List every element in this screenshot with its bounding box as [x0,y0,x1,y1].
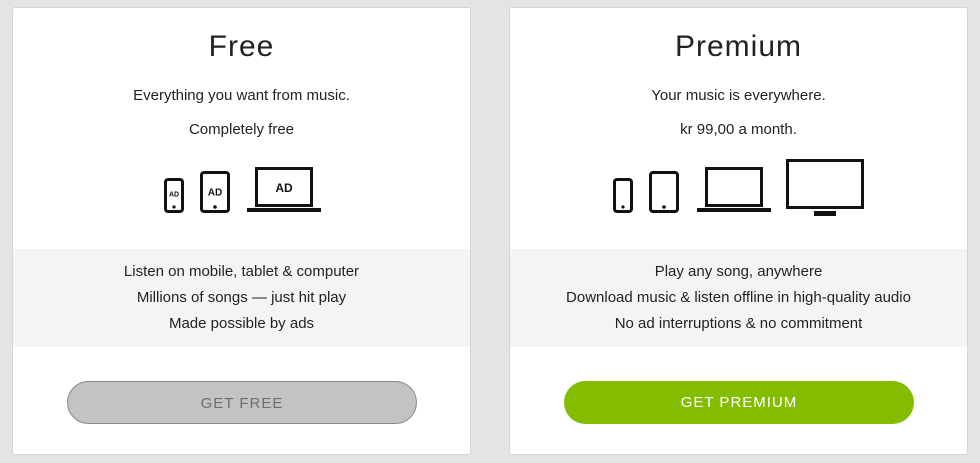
premium-features: Play any song, anywhere Download music &… [510,249,967,347]
free-plan-title: Free [208,30,275,63]
free-devices: AD AD AD [13,158,470,228]
feature-item: No ad interruptions & no commitment [614,315,863,332]
premium-plan-tagline: Your music is everywhere. [651,87,826,104]
tablet-icon: AD [200,171,230,213]
premium-plan-price: kr 99,00 a month. [680,121,797,138]
premium-plan-title: Premium [674,30,802,63]
free-plan-card: Free Everything you want from music. Com… [12,7,471,455]
tablet-icon [649,171,679,213]
feature-item: Millions of songs — just hit play [136,289,347,306]
get-free-button[interactable]: GET FREE [67,381,417,424]
feature-item: Play any song, anywhere [654,263,823,280]
laptop-ad-label: AD [275,181,293,195]
laptop-icon [697,167,771,212]
tv-icon [786,159,864,216]
free-features: Listen on mobile, tablet & computer Mill… [13,249,470,347]
feature-item: Listen on mobile, tablet & computer [123,263,360,280]
premium-plan-card: Premium Your music is everywhere. kr 99,… [509,7,968,455]
feature-item: Made possible by ads [168,315,315,332]
free-plan-tagline: Everything you want from music. [133,87,350,104]
phone-ad-label: AD [169,192,179,199]
phone-icon: AD [164,178,184,213]
laptop-icon: AD [247,167,321,212]
phone-icon [613,178,633,213]
feature-item: Download music & listen offline in high-… [566,289,911,306]
free-plan-price: Completely free [188,121,295,138]
get-premium-button[interactable]: GET PREMIUM [564,381,914,424]
premium-devices [510,158,967,228]
tablet-ad-label: AD [208,188,222,199]
